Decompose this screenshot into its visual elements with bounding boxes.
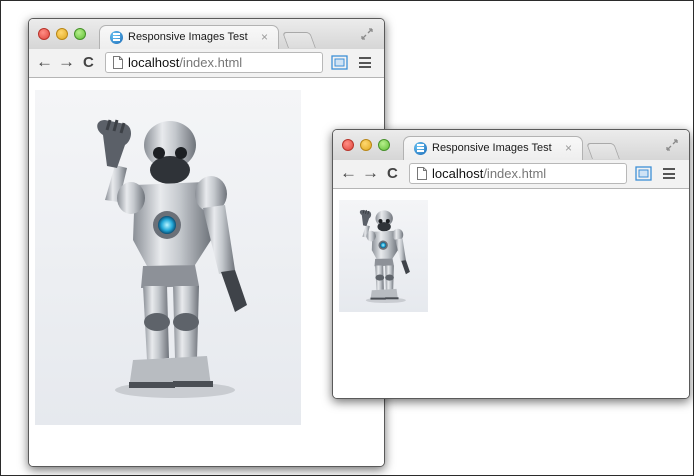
tab-responsive-images-test[interactable]: Responsive Images Test ×	[403, 136, 583, 160]
minimize-window-button[interactable]	[56, 28, 68, 40]
url-text: localhost/index.html	[128, 55, 242, 70]
url-host: localhost	[432, 166, 484, 181]
tab-title: Responsive Images Test	[432, 142, 552, 154]
chrome-logo-icon	[414, 142, 427, 155]
tab-title: Responsive Images Test	[128, 31, 248, 43]
forward-button[interactable]: →	[58, 52, 75, 72]
maximize-window-button[interactable]	[378, 139, 390, 151]
cast-icon[interactable]	[635, 166, 652, 181]
forward-button[interactable]: →	[362, 163, 379, 183]
address-bar[interactable]: localhost/index.html	[105, 52, 323, 73]
robot-image	[35, 90, 301, 425]
back-button[interactable]: ←	[340, 163, 357, 183]
page-viewport	[333, 189, 689, 398]
title-bar: Responsive Images Test ×	[333, 130, 689, 160]
maximize-window-button[interactable]	[74, 28, 86, 40]
url-path: /index.html	[483, 166, 547, 181]
cast-icon[interactable]	[331, 55, 348, 70]
fullscreen-icon[interactable]	[360, 27, 374, 41]
robot-image	[339, 200, 428, 312]
page-icon	[113, 56, 123, 69]
new-tab-button[interactable]	[586, 143, 620, 159]
url-text: localhost/index.html	[432, 166, 546, 181]
close-window-button[interactable]	[38, 28, 50, 40]
address-bar[interactable]: localhost/index.html	[409, 163, 627, 184]
back-button[interactable]: ←	[36, 52, 53, 72]
tab-close-icon[interactable]: ×	[261, 30, 268, 44]
url-path: /index.html	[179, 55, 243, 70]
fullscreen-icon[interactable]	[665, 138, 679, 152]
reload-button[interactable]: C	[83, 53, 94, 73]
minimize-window-button[interactable]	[360, 139, 372, 151]
tab-close-icon[interactable]: ×	[565, 141, 572, 155]
toolbar: ← → C localhost/index.html	[333, 160, 689, 189]
toolbar: ← → C localhost/index.html	[29, 49, 384, 78]
page-icon	[417, 167, 427, 180]
url-host: localhost	[128, 55, 180, 70]
chrome-logo-icon	[110, 31, 123, 44]
tab-responsive-images-test[interactable]: Responsive Images Test ×	[99, 25, 279, 49]
page-viewport	[29, 78, 384, 466]
new-tab-button[interactable]	[282, 32, 316, 48]
close-window-button[interactable]	[342, 139, 354, 151]
browser-window-small: Responsive Images Test × ← → C localhost…	[332, 129, 690, 399]
title-bar: Responsive Images Test ×	[29, 19, 384, 49]
reload-button[interactable]: C	[387, 164, 398, 184]
hamburger-menu-icon[interactable]	[663, 168, 675, 179]
hamburger-menu-icon[interactable]	[359, 57, 371, 68]
